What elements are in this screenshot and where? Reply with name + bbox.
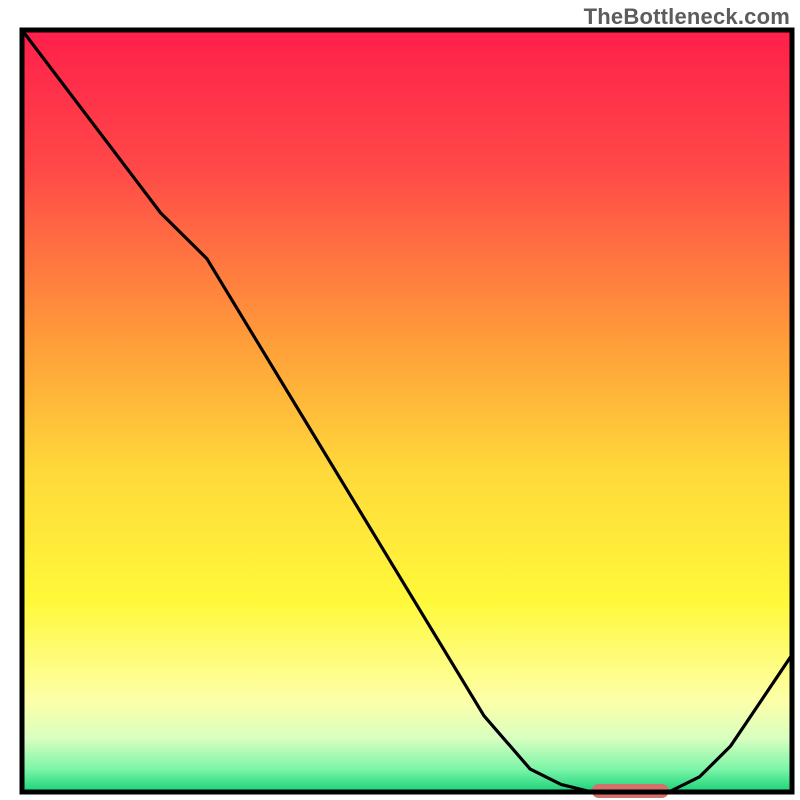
- bottleneck-chart: [0, 0, 800, 800]
- heatmap-background: [22, 30, 792, 792]
- chart-container: TheBottleneck.com: [0, 0, 800, 800]
- watermark-label: TheBottleneck.com: [584, 4, 790, 30]
